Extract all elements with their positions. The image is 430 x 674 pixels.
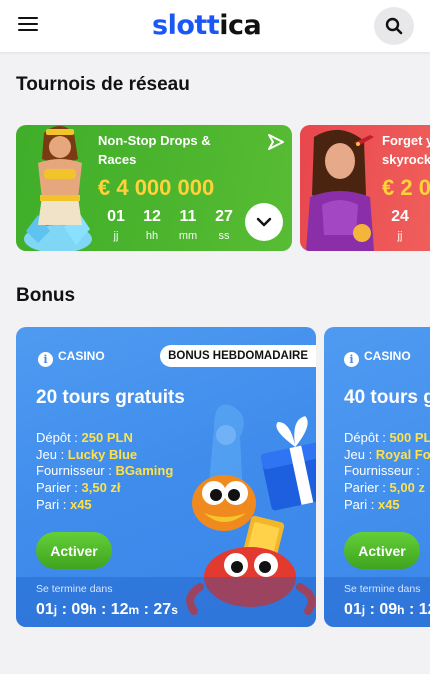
tournament-title: Non-Stop Drops & Races (98, 131, 211, 169)
countdown-days: 01 jj (107, 208, 125, 242)
bonus-countdown-timer: 01j : 09h : 12 (344, 601, 430, 618)
bonus-game: Jeu : Lucky Blue (36, 446, 138, 462)
bonus-category: i CASINO (344, 349, 411, 367)
tournament-prize-amount: € 4 000 000 (98, 175, 215, 200)
tournament-prize-amount: € 2 0 (382, 175, 430, 200)
bonus-details: Dépôt : 500 PL Jeu : Royal Fo Fournisseu… (344, 430, 430, 514)
tournament-title-line-1: Forget y (382, 133, 430, 148)
logo-part-1: slott (152, 10, 220, 41)
bonus-wager: Pari : x45 (36, 496, 92, 512)
bonus-deposit: Dépôt : 250 PLN (36, 430, 133, 445)
countdown-minutes: 11 mm (178, 208, 198, 242)
play-icon[interactable] (266, 133, 286, 151)
bonus-wager: Pari : x45 (344, 496, 400, 512)
ends-in-label: Se termine dans (344, 583, 421, 595)
activate-button[interactable]: Activer (36, 532, 112, 569)
tournament-title-line-2: skyrock (382, 152, 430, 167)
bonus-provider: Fournisseur : (344, 463, 420, 479)
countdown-days: 24 jj (391, 208, 409, 242)
bonus-title: 40 tours g (344, 387, 430, 408)
bonus-type-badge: BONUS HEBDOMADAIRE (160, 345, 316, 367)
bonus-bet: Parier : 5,00 z (344, 480, 425, 496)
tournament-title-line-2: Races (98, 152, 137, 167)
bonus-category: i CASINO (38, 349, 105, 367)
bonus-game: Jeu : Royal Fo (344, 446, 430, 462)
info-icon[interactable]: i (344, 352, 359, 367)
tournament-card[interactable]: Forget y skyrock € 2 0 24jj 1 (300, 125, 430, 251)
tournament-card[interactable]: Non-Stop Drops & Races € 4 000 000 01 jj … (16, 125, 292, 251)
countdown-seconds: 27 ss (215, 208, 233, 242)
bonus-category-label: CASINO (58, 349, 105, 363)
tournaments-section-title: Tournois de réseau (16, 74, 190, 95)
logo-part-2: ica (219, 10, 262, 41)
ends-in-label: Se termine dans (36, 583, 113, 595)
countdown-hours: 1 (421, 208, 430, 230)
bonus-category-label: CASINO (364, 349, 411, 363)
bonus-title: 20 tours gratuits (36, 387, 185, 408)
bonus-card: i CASINO BONUS HEBDOMADAIRE 20 tours grat… (16, 327, 316, 627)
bonus-provider: Fournisseur : BGaming (36, 463, 174, 479)
search-icon (385, 17, 403, 35)
expand-button[interactable] (245, 203, 283, 241)
bonus-bet: Parier : 3,50 zł (36, 480, 121, 496)
bonus-card: i CASINO 40 tours g Dépôt : 500 PL Jeu : … (324, 327, 430, 627)
tournament-title: Forget y skyrock (382, 131, 430, 169)
bonus-details: Dépôt : 250 PLN Jeu : Lucky Blue Fournis… (36, 430, 173, 514)
tournament-title-line-1: Non-Stop Drops & (98, 133, 211, 148)
search-button[interactable] (374, 7, 414, 45)
info-icon[interactable]: i (38, 352, 53, 367)
hamburger-menu-icon[interactable] (18, 17, 38, 35)
bonus-countdown-timer: 01j : 09h : 12m : 27s (36, 601, 178, 618)
bonus-expiry-bar: Se termine dans 01j : 09h : 12 (324, 577, 430, 627)
rocket-icon (354, 135, 374, 146)
bonus-expiry-bar: Se termine dans 01j : 09h : 12m : 27s (16, 577, 316, 627)
top-header: slottica (0, 0, 430, 52)
bonus-deposit: Dépôt : 500 PL (344, 430, 430, 445)
countdown-hours: 12 hh (143, 208, 161, 242)
bonus-section-title: Bonus (16, 285, 76, 306)
goddess-character-image (24, 126, 92, 251)
activate-button[interactable]: Activer (344, 532, 420, 569)
chevron-down-icon (256, 217, 272, 227)
site-logo[interactable]: slottica (152, 10, 262, 42)
